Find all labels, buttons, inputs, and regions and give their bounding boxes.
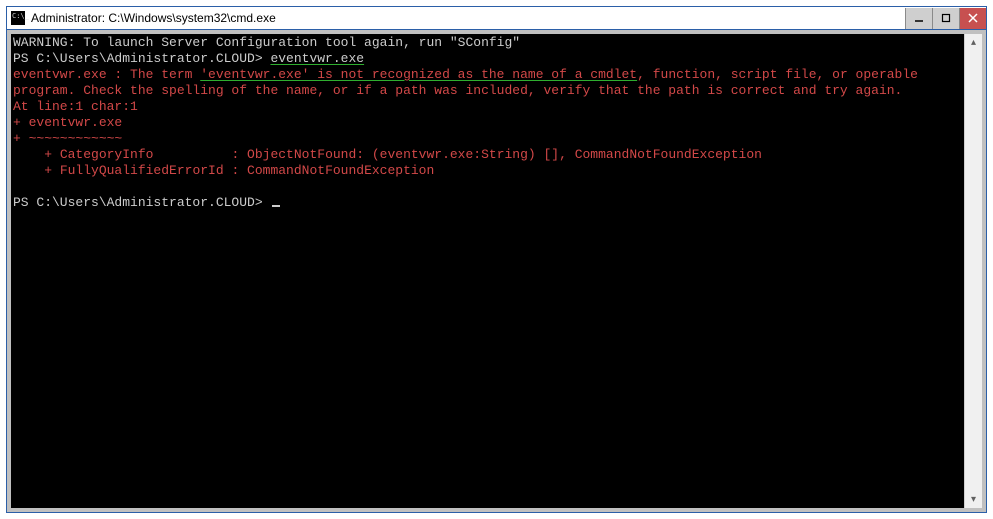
cmd-window: Administrator: C:\Windows\system32\cmd.e… [6, 6, 987, 513]
error-msg-part1: eventvwr.exe : The term [13, 67, 200, 82]
error-plus-tilde: + ~~~~~~~~~~~~ [13, 131, 122, 146]
minimize-icon [914, 13, 924, 23]
client-area: WARNING: To launch Server Configuration … [7, 30, 986, 512]
close-button[interactable] [959, 8, 986, 29]
prompt-1-prefix: PS C:\Users\Administrator.CLOUD> [13, 51, 270, 66]
titlebar[interactable]: Administrator: C:\Windows\system32\cmd.e… [7, 7, 986, 30]
scroll-down-arrow-icon[interactable]: ▾ [965, 491, 982, 508]
minimize-button[interactable] [905, 8, 932, 29]
scroll-up-arrow-icon[interactable]: ▴ [965, 34, 982, 51]
cmd-icon [11, 11, 25, 25]
error-at: At line:1 char:1 [13, 99, 138, 114]
cursor [272, 205, 280, 207]
prompt-2: PS C:\Users\Administrator.CLOUD> [13, 195, 270, 210]
error-categoryinfo: + CategoryInfo : ObjectNotFound: (eventv… [13, 147, 762, 162]
error-msg-quoted: 'eventvwr.exe' is not recognized as the … [200, 67, 637, 82]
banner-line: WARNING: To launch Server Configuration … [13, 35, 520, 50]
maximize-button[interactable] [932, 8, 959, 29]
window-controls [905, 8, 986, 29]
terminal-wrap: WARNING: To launch Server Configuration … [11, 34, 982, 508]
error-plus-cmd: + eventvwr.exe [13, 115, 122, 130]
prompt-1-command: eventvwr.exe [270, 51, 364, 66]
vertical-scrollbar[interactable]: ▴ ▾ [964, 34, 982, 508]
window-title: Administrator: C:\Windows\system32\cmd.e… [31, 11, 905, 25]
maximize-icon [941, 13, 951, 23]
terminal[interactable]: WARNING: To launch Server Configuration … [11, 34, 964, 508]
error-fqeid: + FullyQualifiedErrorId : CommandNotFoun… [13, 163, 434, 178]
close-icon [968, 13, 978, 23]
